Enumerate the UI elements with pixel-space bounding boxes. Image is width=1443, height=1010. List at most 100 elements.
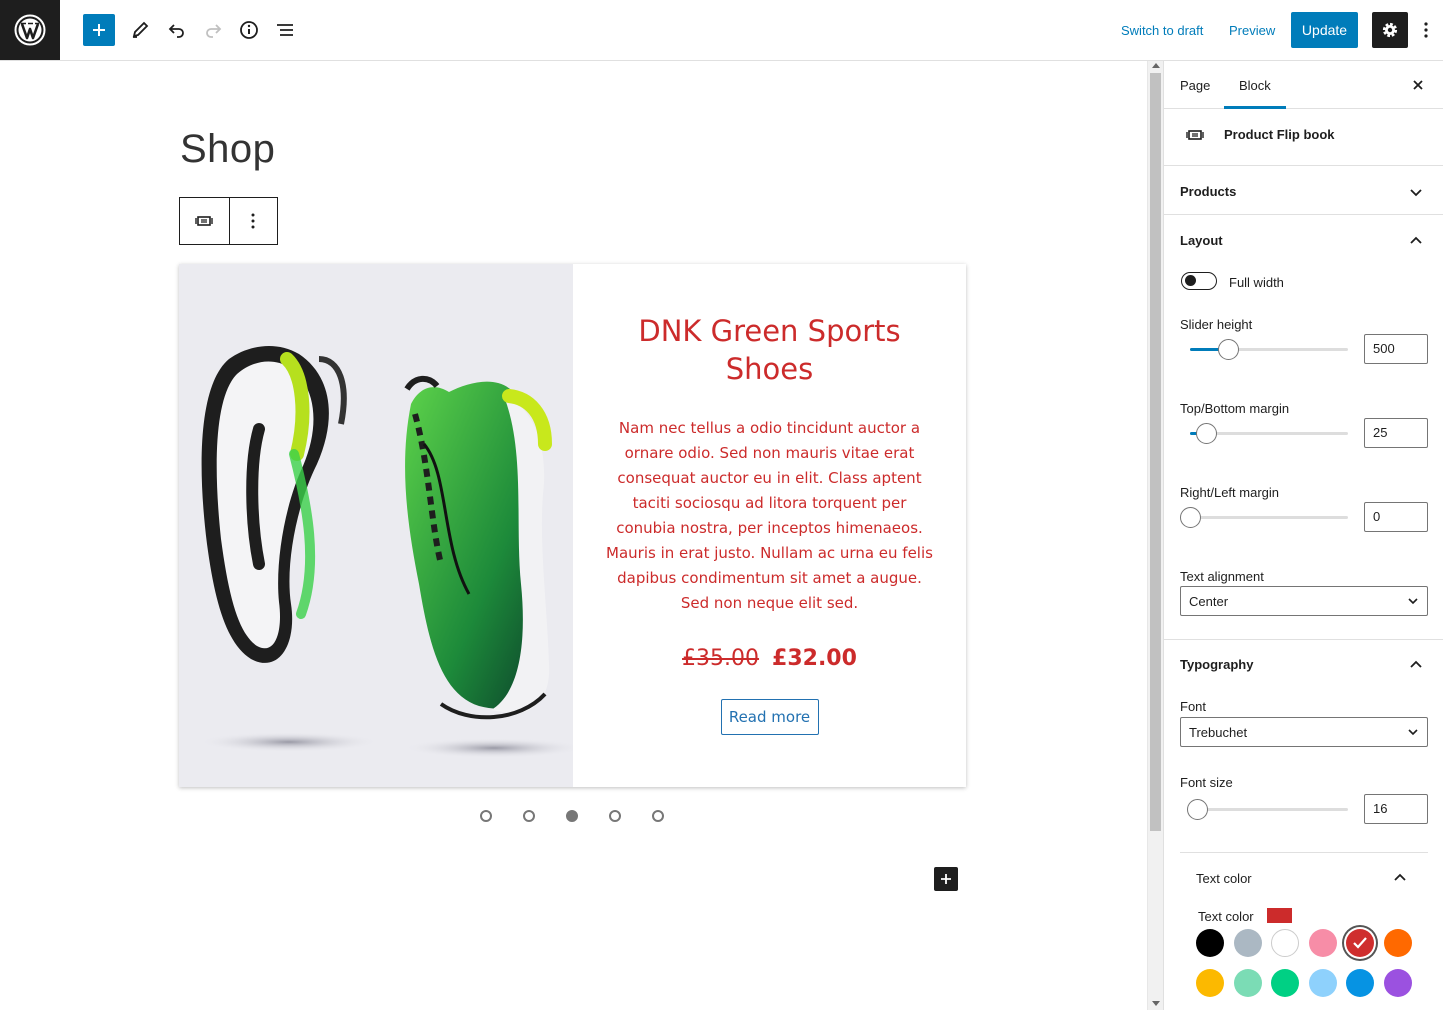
chevron-up-icon xyxy=(1410,660,1422,668)
block-options-button[interactable] xyxy=(228,198,278,244)
color-option[interactable] xyxy=(1383,969,1412,997)
block-type-button[interactable] xyxy=(180,198,229,244)
color-option[interactable] xyxy=(1271,929,1299,957)
panel-layout-body: Full width Slider height 500 Top/Bottom … xyxy=(1164,264,1443,640)
list-view-icon xyxy=(277,24,293,36)
tab-block[interactable]: Block xyxy=(1239,78,1271,93)
sidebar-tabs: Page Block xyxy=(1164,61,1443,109)
product-description: Nam nec tellus a odio tincidunt auctor a… xyxy=(606,419,933,612)
details-button[interactable] xyxy=(233,14,265,46)
chevron-down-icon xyxy=(1408,598,1418,605)
top-bottom-margin-thumb[interactable] xyxy=(1196,423,1217,444)
slider-dot[interactable] xyxy=(609,810,621,822)
color-option[interactable] xyxy=(1383,929,1412,957)
slider-height-input[interactable]: 500 xyxy=(1364,334,1428,364)
font-size-track[interactable] xyxy=(1190,808,1348,811)
scroll-up-arrow-icon[interactable] xyxy=(1152,63,1160,68)
plus-icon xyxy=(93,24,105,36)
color-option[interactable] xyxy=(1308,969,1337,997)
block-card: Product Flip book xyxy=(1164,109,1443,166)
more-vertical-icon xyxy=(1424,22,1428,38)
color-option[interactable] xyxy=(1346,969,1374,997)
scroll-thumb[interactable] xyxy=(1150,73,1161,831)
list-view-button[interactable] xyxy=(269,14,301,46)
panel-typography-body: Font Trebuchet Font size 16 Text color T… xyxy=(1164,688,1443,1010)
add-block-inline-button[interactable] xyxy=(934,867,958,891)
undo-button[interactable] xyxy=(161,14,193,46)
plus-icon xyxy=(941,874,951,884)
settings-button[interactable] xyxy=(1372,12,1408,48)
canvas-scrollbar[interactable] xyxy=(1147,61,1163,1010)
right-left-margin-label: Right/Left margin xyxy=(1180,485,1279,500)
panel-products-toggle[interactable]: Products xyxy=(1164,166,1443,215)
slider-dot[interactable] xyxy=(480,810,492,822)
font-label: Font xyxy=(1180,699,1207,714)
wordpress-logo[interactable] xyxy=(0,0,60,60)
page-title[interactable]: Shop xyxy=(180,127,275,172)
product-info: DNK Green Sports Shoes Nam nec tellus a … xyxy=(573,264,966,787)
font-size-thumb[interactable] xyxy=(1187,799,1208,820)
slider-dot[interactable] xyxy=(652,810,664,822)
redo-icon xyxy=(206,24,222,38)
editor-canvas: Shop DNK Green Sports Shoes Nam nec tell… xyxy=(0,61,1147,1010)
pencil-icon xyxy=(132,21,149,38)
right-left-margin-track[interactable] xyxy=(1190,516,1348,519)
check-icon xyxy=(1353,937,1367,949)
flipbook-icon xyxy=(1186,130,1204,140)
text-color-label: Text color xyxy=(1198,909,1254,924)
chevron-down-icon xyxy=(1408,729,1418,736)
color-option[interactable] xyxy=(1271,969,1299,997)
text-alignment-select[interactable]: Center xyxy=(1180,586,1428,616)
chevron-up-icon xyxy=(1394,873,1406,881)
panel-typography-toggle[interactable]: Typography xyxy=(1164,639,1443,688)
color-option[interactable] xyxy=(1233,929,1262,957)
close-sidebar-button[interactable] xyxy=(1408,75,1428,95)
block-toolbar xyxy=(179,197,278,245)
font-size-label: Font size xyxy=(1180,775,1233,790)
top-bottom-margin-input[interactable]: 25 xyxy=(1364,418,1428,448)
panel-layout-toggle[interactable]: Layout xyxy=(1164,215,1443,264)
preview-link[interactable]: Preview xyxy=(1229,23,1275,38)
tab-page[interactable]: Page xyxy=(1180,78,1210,93)
slider-dot[interactable] xyxy=(566,810,578,822)
add-block-button[interactable] xyxy=(83,14,115,46)
right-left-margin-input[interactable]: 0 xyxy=(1364,502,1428,532)
panel-layout-title: Layout xyxy=(1180,233,1223,248)
flipbook-icon xyxy=(195,216,213,226)
panel-products-title: Products xyxy=(1180,184,1237,199)
product-flipbook-slide[interactable]: DNK Green Sports Shoes Nam nec tellus a … xyxy=(179,264,966,787)
color-option[interactable] xyxy=(1233,969,1262,997)
slider-height-thumb[interactable] xyxy=(1218,339,1239,360)
wordpress-icon xyxy=(14,14,46,46)
font-value: Trebuchet xyxy=(1189,725,1248,740)
more-vertical-icon xyxy=(251,213,255,229)
text-color-panel-title: Text color xyxy=(1196,871,1252,886)
undo-icon xyxy=(168,24,184,38)
read-more-button[interactable]: Read more xyxy=(720,699,819,735)
full-width-toggle[interactable] xyxy=(1181,272,1217,290)
info-icon xyxy=(240,21,258,39)
product-image xyxy=(179,264,573,787)
tools-button[interactable] xyxy=(124,14,156,46)
text-alignment-label: Text alignment xyxy=(1180,569,1264,584)
switch-to-draft-link[interactable]: Switch to draft xyxy=(1121,23,1203,38)
color-option[interactable] xyxy=(1196,969,1224,997)
price-regular: £35.00 xyxy=(682,646,760,671)
color-option[interactable] xyxy=(1308,929,1337,957)
editor-header: Switch to draft Preview Update xyxy=(0,0,1443,61)
top-bottom-margin-label: Top/Bottom margin xyxy=(1180,401,1290,416)
slider-dot[interactable] xyxy=(523,810,535,822)
font-size-input[interactable]: 16 xyxy=(1364,794,1428,824)
right-left-margin-thumb[interactable] xyxy=(1180,507,1201,528)
color-option[interactable] xyxy=(1196,929,1224,957)
update-button[interactable]: Update xyxy=(1291,12,1358,48)
color-option[interactable] xyxy=(1346,929,1374,957)
scroll-down-arrow-icon[interactable] xyxy=(1152,1001,1160,1006)
product-title: DNK Green Sports Shoes xyxy=(638,314,901,386)
slider-height-label: Slider height xyxy=(1180,317,1253,332)
redo-button[interactable] xyxy=(197,14,229,46)
block-name: Product Flip book xyxy=(1224,127,1335,142)
font-select[interactable]: Trebuchet xyxy=(1180,717,1428,747)
options-button[interactable] xyxy=(1418,14,1434,46)
text-alignment-value: Center xyxy=(1189,594,1229,609)
